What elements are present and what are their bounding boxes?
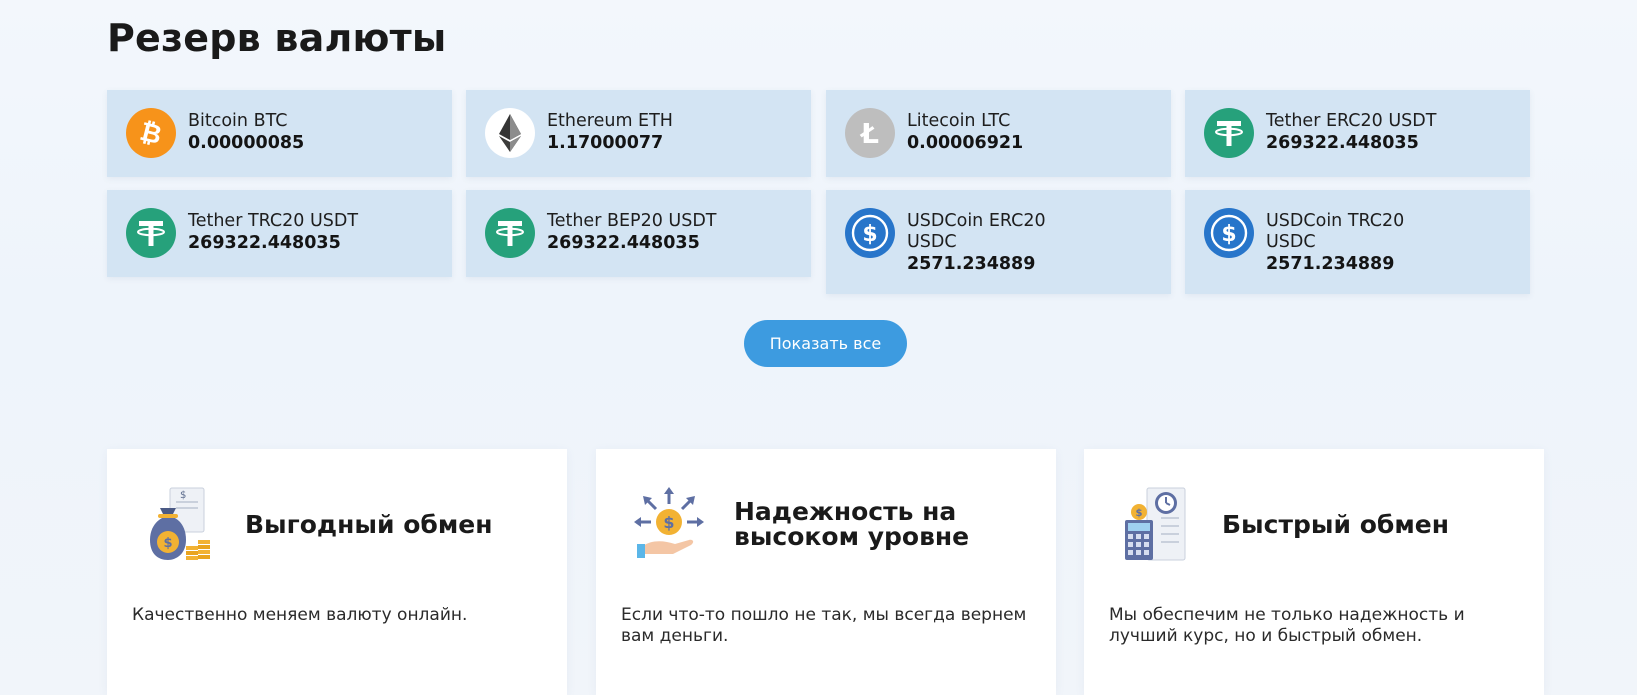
reserve-card-usdc-erc20[interactable]: $ USDCoin ERC20 USDC 2571.234889 <box>826 190 1171 294</box>
tether-icon <box>126 208 176 258</box>
reserve-card-btc[interactable]: ₿ Bitcoin BTC 0.00000085 <box>107 90 452 177</box>
svg-text:$: $ <box>1221 222 1236 247</box>
usdcoin-icon: $ <box>1204 208 1254 258</box>
feature-card-reliability: $ Надежность на высоком уровне Если что-… <box>596 449 1056 695</box>
feature-title: Надежность на высоком уровне <box>734 499 1034 549</box>
coin-amount: 269322.448035 <box>1266 133 1419 153</box>
coin-amount: 0.00000085 <box>188 133 305 153</box>
coin-name: Ethereum ETH <box>547 111 673 131</box>
svg-text:$: $ <box>180 490 186 501</box>
coin-amount: 0.00006921 <box>907 133 1024 153</box>
reserve-card-usdc-trc20[interactable]: $ USDCoin TRC20 USDC 2571.234889 <box>1185 190 1530 294</box>
coin-name: Litecoin LTC <box>907 111 1011 131</box>
bitcoin-icon: ₿ <box>126 108 176 158</box>
reserve-card-eth[interactable]: Ethereum ETH 1.17000077 <box>466 90 811 177</box>
coin-name-suffix: USDC <box>907 232 957 252</box>
feature-text: Если что-то пошло не так, мы всегда верн… <box>621 605 1027 646</box>
coin-name: Tether ERC20 USDT <box>1266 111 1437 131</box>
coin-name: USDCoin TRC20 <box>1266 211 1405 231</box>
reserve-card-usdt-trc20[interactable]: Tether TRC20 USDT 269322.448035 <box>107 190 452 277</box>
tether-icon <box>485 208 535 258</box>
litecoin-icon: Ł <box>845 108 895 158</box>
svg-text:$: $ <box>663 513 674 532</box>
reserve-card-ltc[interactable]: Ł Litecoin LTC 0.00006921 <box>826 90 1171 177</box>
coin-name: Tether TRC20 USDT <box>188 211 359 231</box>
reserve-card-usdt-erc20[interactable]: Tether ERC20 USDT 269322.448035 <box>1185 90 1530 177</box>
coin-amount: 269322.448035 <box>547 233 700 253</box>
calculator-clock-icon: $ <box>1117 484 1197 564</box>
svg-text:$: $ <box>862 222 877 247</box>
page: Резерв валюты ₿ Bitcoin BTC 0.00000085 E… <box>0 0 1637 695</box>
feature-card-profitable: $ $ Выгодный обмен Качественно меняем ва… <box>107 449 567 695</box>
feature-title: Быстрый обмен <box>1222 499 1522 549</box>
feature-title-text: Быстрый обмен <box>1222 509 1449 539</box>
svg-text:Ł: Ł <box>859 117 879 150</box>
coin-name: Tether BEP20 USDT <box>547 211 717 231</box>
feature-title: Выгодный обмен <box>245 499 545 549</box>
feature-title-line2: высоком уровне <box>734 522 970 551</box>
feature-text: Качественно меняем валюту онлайн. <box>132 605 468 625</box>
ethereum-icon <box>485 108 535 158</box>
feature-title-line1: Надежность на <box>734 497 957 526</box>
coin-amount: 2571.234889 <box>1266 254 1395 274</box>
hand-coin-icon: $ <box>629 484 709 564</box>
coin-amount: 269322.448035 <box>188 233 341 253</box>
coin-amount: 1.17000077 <box>547 133 664 153</box>
coin-name: USDCoin ERC20 <box>907 211 1046 231</box>
reserve-card-usdt-bep20[interactable]: Tether BEP20 USDT 269322.448035 <box>466 190 811 277</box>
section-title: Резерв валюты <box>107 16 447 60</box>
coin-amount: 2571.234889 <box>907 254 1036 274</box>
money-bag-icon: $ $ <box>140 484 220 564</box>
usdcoin-icon: $ <box>845 208 895 258</box>
feature-text: Мы обеспечим не только надежность и лучш… <box>1109 605 1465 646</box>
svg-text:$: $ <box>163 536 172 551</box>
feature-title-text: Выгодный обмен <box>245 509 493 539</box>
coin-name: Bitcoin BTC <box>188 111 288 131</box>
show-all-button[interactable]: Показать все <box>744 320 907 367</box>
svg-text:$: $ <box>1136 508 1143 519</box>
feature-card-fast: $ Быстрый обмен Мы обеспечим не только н… <box>1084 449 1544 695</box>
coin-name-suffix: USDC <box>1266 232 1316 252</box>
tether-icon <box>1204 108 1254 158</box>
